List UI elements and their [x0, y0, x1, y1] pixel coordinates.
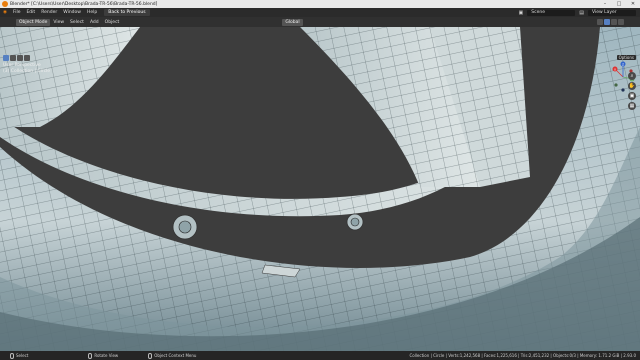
menu-window[interactable]: Window — [60, 10, 84, 15]
minimize-button[interactable]: – — [598, 1, 612, 7]
menu-select[interactable]: Select — [67, 20, 87, 25]
zoom-icon[interactable]: ⌕ — [628, 72, 636, 80]
tool-selector — [3, 55, 30, 61]
wheel-model-render — [0, 27, 640, 351]
scene-icon: ▣ — [518, 9, 524, 16]
blender-logo-icon — [2, 1, 8, 7]
mouse-middle-icon — [88, 352, 93, 359]
camera-icon[interactable]: ▣ — [628, 92, 636, 100]
object-mode-dropdown[interactable]: Object Mode — [16, 18, 51, 26]
statusbar: Select Rotate View Object Context Menu C… — [0, 351, 640, 360]
mouse-right-icon — [148, 352, 153, 359]
select-box-icon[interactable] — [3, 55, 9, 61]
blender-menu-icon[interactable]: ◉ — [0, 10, 10, 15]
maximize-button[interactable]: □ — [612, 1, 626, 7]
transform-orientation-dropdown[interactable]: Global — [282, 18, 303, 26]
scene-statistics: Collection | Circle | Verts:1,242,568 | … — [409, 353, 636, 358]
select-circle-icon[interactable] — [17, 55, 23, 61]
view-layer-selector[interactable]: View Layer — [588, 9, 636, 16]
window-controls: – □ ✕ — [598, 1, 640, 7]
close-button[interactable]: ✕ — [626, 1, 640, 7]
shading-buttons — [597, 19, 640, 25]
menu-render[interactable]: Render — [38, 10, 60, 15]
wireframe-shading-icon[interactable] — [597, 19, 603, 25]
menu-file[interactable]: File — [10, 10, 24, 15]
pan-hand-icon[interactable]: ✋ — [628, 82, 636, 90]
viewport-header: Object Mode View Select Add Object Globa… — [0, 17, 640, 27]
menu-object[interactable]: Object — [102, 20, 123, 25]
top-menubar: ◉ File Edit Render Window Help Back to P… — [0, 8, 640, 17]
gizmo-x-label: X — [614, 68, 616, 72]
collection-label: (3) Collection | Circle — [3, 69, 51, 74]
menu-help[interactable]: Help — [84, 10, 100, 15]
window-title: Blender* [C:\Users\User\Desktop\Brada-TR… — [10, 1, 158, 7]
window-titlebar: Blender* [C:\Users\User\Desktop\Brada-TR… — [0, 0, 640, 8]
material-shading-icon[interactable] — [611, 19, 617, 25]
back-to-previous-button[interactable]: Back to Previous — [104, 9, 150, 16]
3d-viewport[interactable]: User Perspective (3) Collection | Circle… — [0, 27, 640, 351]
solid-shading-icon[interactable] — [604, 19, 610, 25]
mouse-left-icon — [10, 352, 14, 359]
select-lasso-icon[interactable] — [24, 55, 30, 61]
view-layer-icon: ▤ — [579, 9, 584, 16]
hint-rotate: Rotate View — [88, 352, 118, 359]
menu-view[interactable]: View — [50, 20, 67, 25]
menu-edit[interactable]: Edit — [23, 10, 38, 15]
scene-selector[interactable]: Scene — [527, 9, 576, 16]
grid-icon[interactable]: ▦ — [628, 102, 636, 110]
select-tweak-icon[interactable] — [10, 55, 16, 61]
gizmo-z-label: Z — [622, 63, 624, 67]
rendered-shading-icon[interactable] — [618, 19, 624, 25]
menu-add[interactable]: Add — [87, 20, 102, 25]
hint-context: Object Context Menu — [148, 352, 196, 359]
hint-select: Select — [10, 352, 28, 359]
viewport-info: User Perspective (3) Collection | Circle — [3, 63, 50, 75]
